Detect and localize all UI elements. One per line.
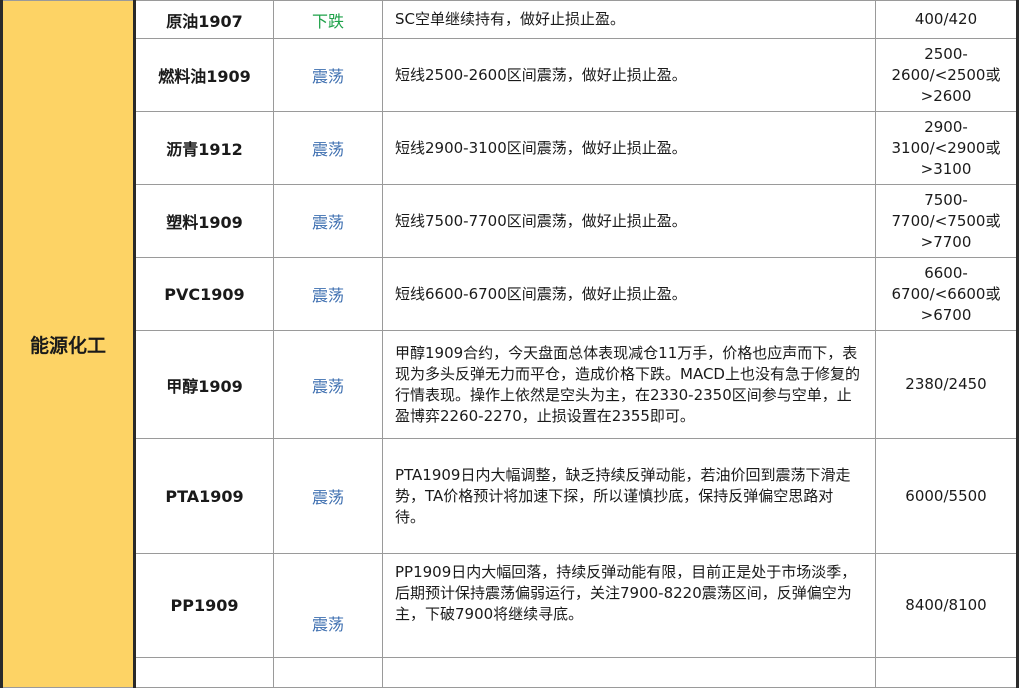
- strategy-comment: 甲醇1909合约，今天盘面总体表现减仓11万手，价格也应声而下，表现为多头反弹无…: [382, 330, 876, 439]
- table-row-partial: [2, 657, 1019, 688]
- table-row: 能源化工 原油1907 下跌 SC空单继续持有，做好止损止盈。 400/420: [0, 0, 1019, 688]
- trend-label: 震荡: [273, 184, 383, 258]
- target-range: 6000/5500: [875, 438, 1019, 554]
- table-row: PVC1909 震荡 短线6600-6700区间震荡，做好止损止盈。 6600-…: [2, 257, 1019, 331]
- table-row: PTA1909 震荡 PTA1909日内大幅调整，缺乏持续反弹动能，若油价回到震…: [2, 438, 1019, 554]
- trend-label: 震荡: [273, 553, 383, 658]
- trend-label: 震荡: [273, 38, 383, 112]
- empty-cell: [875, 657, 1019, 688]
- strategy-comment: 短线2900-3100区间震荡，做好止损止盈。: [382, 111, 876, 185]
- strategy-comment: PTA1909日内大幅调整，缺乏持续反弹动能，若油价回到震荡下滑走势，TA价格预…: [382, 438, 876, 554]
- contract-name: 沥青1912: [134, 111, 274, 185]
- strategy-comment: PP1909日内大幅回落，持续反弹动能有限，目前正是处于市场淡季，后期预计保持震…: [382, 553, 876, 658]
- table-row: 燃料油1909 震荡 短线2500-2600区间震荡，做好止损止盈。 2500-…: [2, 38, 1019, 112]
- empty-cell: [382, 657, 876, 688]
- trend-label: 震荡: [273, 111, 383, 185]
- strategy-comment: SC空单继续持有，做好止损止盈。: [382, 0, 876, 39]
- empty-cell: [273, 657, 383, 688]
- contract-name: PP1909: [134, 553, 274, 658]
- empty-cell: [134, 657, 274, 688]
- trend-label: 下跌: [273, 0, 383, 39]
- trend-label: 震荡: [273, 257, 383, 331]
- contract-name: 燃料油1909: [134, 38, 274, 112]
- contract-name: 塑料1909: [134, 184, 274, 258]
- contract-name: PVC1909: [134, 257, 274, 331]
- contract-name: 原油1907: [134, 0, 274, 39]
- table-row: PP1909 震荡 PP1909日内大幅回落，持续反弹动能有限，目前正是处于市场…: [2, 553, 1019, 658]
- table-row: 甲醇1909 震荡 甲醇1909合约，今天盘面总体表现减仓11万手，价格也应声而…: [2, 330, 1019, 439]
- strategy-table: 能源化工 原油1907 下跌 SC空单继续持有，做好止损止盈。 400/420 …: [0, 0, 1019, 688]
- contract-name: 甲醇1909: [134, 330, 274, 439]
- sector-label: 能源化工: [0, 0, 136, 688]
- target-range: 2380/2450: [875, 330, 1019, 439]
- trend-label: 震荡: [273, 438, 383, 554]
- table-row: 塑料1909 震荡 短线7500-7700区间震荡，做好止损止盈。 7500- …: [2, 184, 1019, 258]
- table-row: 沥青1912 震荡 短线2900-3100区间震荡，做好止损止盈。 2900- …: [2, 111, 1019, 185]
- target-range: 7500- 7700/<7500或 >7700: [875, 184, 1019, 258]
- strategy-comment: 短线7500-7700区间震荡，做好止损止盈。: [382, 184, 876, 258]
- target-range: 2500- 2600/<2500或 >2600: [875, 38, 1019, 112]
- target-range: 2900- 3100/<2900或 >3100: [875, 111, 1019, 185]
- target-range: 8400/8100: [875, 553, 1019, 658]
- target-range: 400/420: [875, 0, 1019, 39]
- strategy-comment: 短线2500-2600区间震荡，做好止损止盈。: [382, 38, 876, 112]
- strategy-comment: 短线6600-6700区间震荡，做好止损止盈。: [382, 257, 876, 331]
- trend-label: 震荡: [273, 330, 383, 439]
- target-range: 6600- 6700/<6600或 >6700: [875, 257, 1019, 331]
- contract-name: PTA1909: [134, 438, 274, 554]
